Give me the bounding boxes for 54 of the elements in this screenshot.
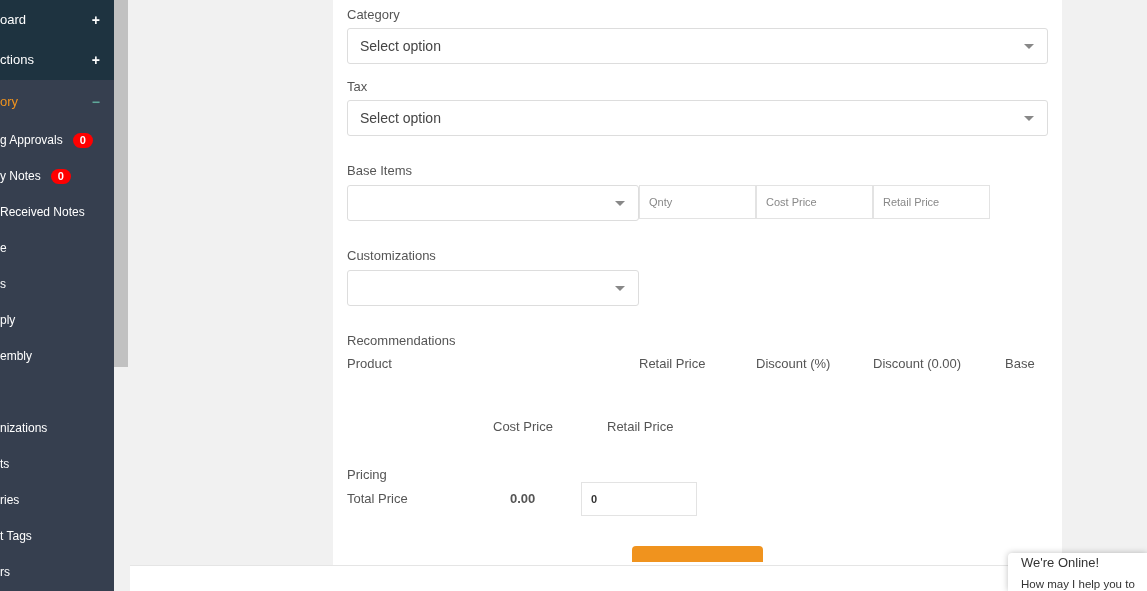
field-label: Total Price xyxy=(347,491,409,507)
caret-icon xyxy=(1024,43,1034,49)
sidebar-link[interactable]: nizations xyxy=(0,419,48,437)
column-header: Discount (%) xyxy=(756,356,832,372)
input-field[interactable]: Cost Price xyxy=(756,185,873,219)
select-dropdown[interactable]: Select option xyxy=(347,28,1048,64)
sidebar-link[interactable]: e xyxy=(0,239,7,257)
sidebar-menu-label[interactable]: oard xyxy=(0,10,27,30)
select-dropdown[interactable] xyxy=(347,185,639,221)
caret-icon xyxy=(615,200,625,206)
column-header: Discount (0.00) xyxy=(873,356,963,372)
field-label: Recommendations xyxy=(347,333,457,349)
sidebar-link[interactable]: g Approvals xyxy=(0,131,63,149)
count-badge: 0 xyxy=(50,168,71,184)
sidebar-link[interactable]: Received Notes xyxy=(0,203,85,221)
input-field[interactable]: Qnty xyxy=(639,185,756,219)
sidebar-link[interactable]: ries xyxy=(0,491,20,509)
chat-title: We're Online! xyxy=(1021,555,1100,571)
retail-price-input[interactable]: 0 xyxy=(581,482,697,516)
toggle-icon[interactable]: + xyxy=(91,49,100,71)
field-label: Tax xyxy=(347,79,369,95)
field-label: Pricing xyxy=(347,467,388,483)
sidebar-link[interactable]: rs xyxy=(0,563,10,581)
column-header: Retail Price xyxy=(607,419,674,435)
toggle-icon[interactable]: + xyxy=(91,9,100,31)
count-badge: 0 xyxy=(72,132,93,148)
column-header: Retail Price xyxy=(639,356,707,372)
sidebar-menu-label[interactable]: ctions xyxy=(0,50,34,70)
toggle-icon[interactable]: − xyxy=(91,91,100,113)
sidebar-menu-label[interactable]: ory xyxy=(0,92,19,112)
input-field[interactable]: Retail Price xyxy=(873,185,990,219)
column-header: Cost Price xyxy=(493,419,554,435)
chat-widget[interactable]: We're Online! How may I help you to xyxy=(1008,553,1147,591)
field-label: Base Items xyxy=(347,163,414,179)
caret-icon xyxy=(1024,115,1034,121)
sidebar-link[interactable]: ply xyxy=(0,311,16,329)
select-dropdown[interactable]: Select option xyxy=(347,100,1048,136)
sidebar-menu-row[interactable]: oard + xyxy=(0,0,114,40)
column-header: Product xyxy=(347,356,393,372)
sidebar-link[interactable]: y Notes xyxy=(0,167,41,185)
add-button[interactable] xyxy=(632,546,763,562)
field-label: Category xyxy=(347,7,401,23)
scrollbar-thumb[interactable] xyxy=(114,0,128,367)
select-dropdown[interactable] xyxy=(347,270,639,306)
column-header: Base xyxy=(1005,356,1035,372)
sidebar-menu-row[interactable]: ctions + xyxy=(0,40,114,80)
sidebar-link[interactable]: t Tags xyxy=(0,527,32,545)
total-cost-value: 0.00 xyxy=(510,490,537,509)
sidebar-link[interactable]: s xyxy=(0,275,6,293)
caret-icon xyxy=(615,285,625,291)
chat-message: How may I help you to xyxy=(1021,578,1135,591)
sidebar-link[interactable]: embly xyxy=(0,347,32,365)
field-label: Customizations xyxy=(347,248,437,264)
sidebar-link[interactable]: ts xyxy=(0,455,10,473)
